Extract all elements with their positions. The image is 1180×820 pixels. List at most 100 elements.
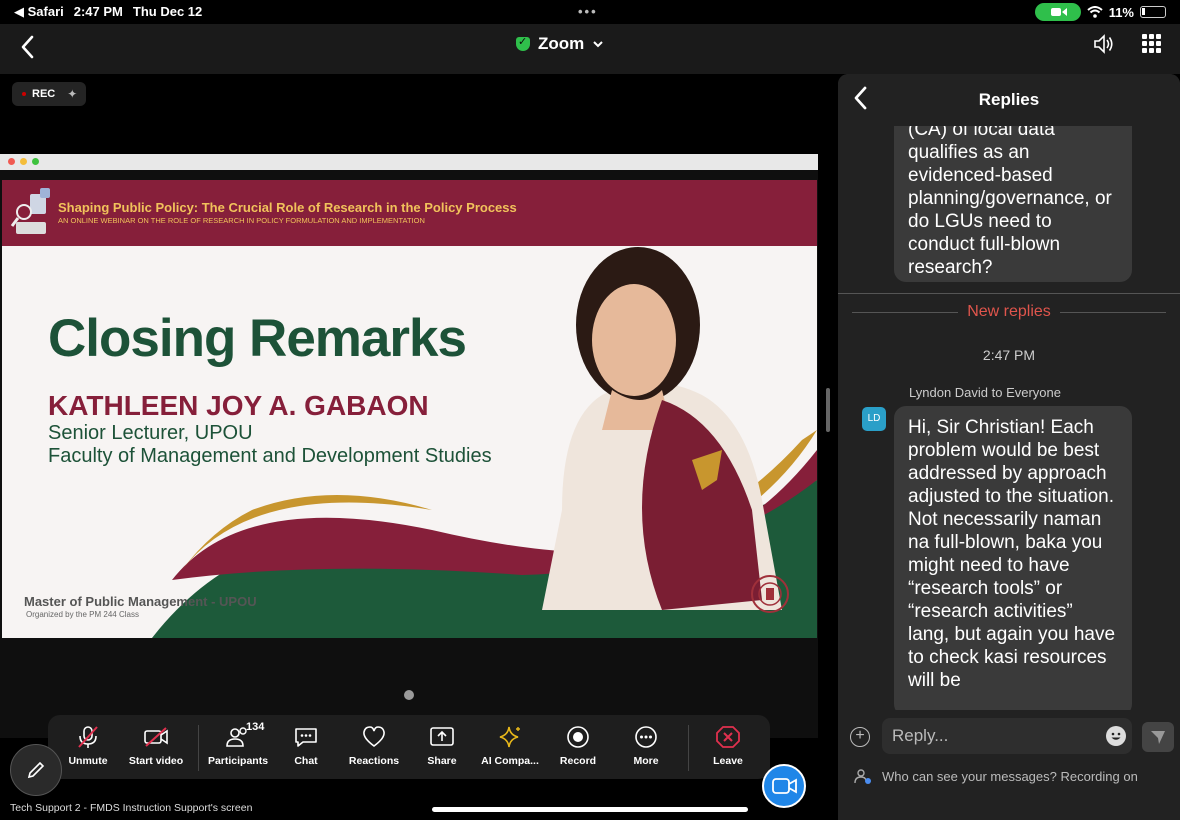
emoji-face-icon xyxy=(1111,732,1121,740)
shared-screen-owner: Tech Support 2 - FMDS Instruction Suppor… xyxy=(10,802,253,814)
wifi-icon xyxy=(1087,6,1103,18)
university-seal-icon xyxy=(751,575,789,613)
start-video-label: Start video xyxy=(128,755,184,767)
new-replies-separator: New replies xyxy=(838,303,1180,321)
chat-icon xyxy=(295,728,317,747)
header-right xyxy=(822,24,1180,74)
reply-timestamp: 2:47 PM xyxy=(982,347,1036,363)
close-dot-icon xyxy=(8,158,15,165)
window-titlebar xyxy=(0,154,818,170)
visibility-notice-text: Who can see your messages? Recording on xyxy=(882,768,1138,784)
reply-message-bubble: Hi, Sir Christian! Each problem would be… xyxy=(894,406,1132,710)
chat-label: Chat xyxy=(294,755,318,767)
visibility-notice[interactable]: Who can see your messages? Recording on xyxy=(854,768,1180,784)
send-icon xyxy=(1151,731,1165,744)
slide-banner: Shaping Public Policy: The Crucial Role … xyxy=(2,180,817,246)
toolbar-divider xyxy=(688,725,689,771)
maximize-dot-icon xyxy=(32,158,39,165)
rec-label: REC xyxy=(32,88,56,100)
meeting-toolbar: Unmute Start video 134 Participants Chat… xyxy=(48,715,770,779)
speaker-faculty: Faculty of Management and Development St… xyxy=(48,445,492,467)
sparkle-icon: ✦ xyxy=(67,87,78,101)
heart-icon xyxy=(363,726,385,747)
split-view-handle[interactable] xyxy=(826,388,830,432)
record-icon xyxy=(567,726,589,748)
reply-composer: + xyxy=(838,710,1180,756)
participants-count: 134 xyxy=(246,721,265,733)
start-video-button[interactable]: Start video xyxy=(120,725,192,767)
meeting-area: REC ✦ Shaping Public Policy: The Crucial… xyxy=(0,74,818,820)
reply-sender: Lyndon David to Everyone xyxy=(909,385,1062,400)
reply-input[interactable] xyxy=(882,718,1132,754)
more-label: More xyxy=(633,755,659,767)
banner-subtitle: AN ONLINE WEBINAR ON THE ROLE OF RESEARC… xyxy=(58,216,425,225)
avatar[interactable]: LD xyxy=(862,407,886,431)
meeting-title-text: Zoom xyxy=(538,34,585,53)
add-attachment-icon[interactable]: + xyxy=(850,727,870,747)
video-camera-icon xyxy=(772,778,797,794)
presentation-slide: Shaping Public Policy: The Crucial Role … xyxy=(2,180,817,638)
reactions-button[interactable]: Reactions xyxy=(338,725,410,767)
leave-icon xyxy=(716,726,740,748)
meeting-header: Zoom xyxy=(0,24,822,74)
status-bar: ◀ Safari 2:47 PM Thu Dec 12 ••• 11% xyxy=(0,0,1180,24)
microphone-muted-icon xyxy=(78,726,98,748)
recording-dot-icon xyxy=(22,92,26,96)
back-to-safari[interactable]: ◀ Safari xyxy=(14,4,64,20)
banner-title: Shaping Public Policy: The Crucial Role … xyxy=(58,200,517,215)
chat-button[interactable]: Chat xyxy=(270,725,342,767)
pencil-icon xyxy=(27,761,45,779)
reactions-label: Reactions xyxy=(348,755,400,767)
ai-companion-button[interactable]: AI Compa... xyxy=(474,725,546,767)
organizer-name: Organized by the PM 244 Class xyxy=(26,610,139,619)
unmute-label: Unmute xyxy=(68,755,108,767)
leave-label: Leave xyxy=(713,755,743,767)
share-screen-icon xyxy=(430,727,454,746)
meeting-title[interactable]: Zoom xyxy=(516,34,604,54)
battery-icon xyxy=(1140,6,1166,18)
recording-badge[interactable]: REC ✦ xyxy=(12,82,86,106)
replies-title: Replies xyxy=(978,90,1040,109)
replies-header: Replies xyxy=(838,74,1180,126)
research-illustration-icon xyxy=(10,188,50,234)
status-date: Thu Dec 12 xyxy=(132,4,203,19)
more-button[interactable]: More xyxy=(610,725,682,767)
encryption-shield-icon xyxy=(516,35,530,51)
video-off-icon xyxy=(144,727,168,747)
original-message-bubble: (CA) of local data qualifies as an evide… xyxy=(894,126,1132,282)
replies-thread[interactable]: (CA) of local data qualifies as an evide… xyxy=(838,126,1180,710)
participants-label: Participants xyxy=(207,755,269,767)
chevron-down-icon xyxy=(593,41,603,48)
back-chevron-icon[interactable] xyxy=(14,32,42,62)
camera-indicator-icon xyxy=(1034,3,1081,21)
sparkle-ai-icon xyxy=(499,726,520,748)
replies-panel: (CA) of local data qualifies as an evide… xyxy=(838,74,1180,820)
minimize-dot-icon xyxy=(20,158,27,165)
record-button[interactable]: Record xyxy=(542,725,614,767)
user-visibility-icon xyxy=(854,769,871,784)
emoji-icon[interactable] xyxy=(1106,726,1126,746)
thread-divider xyxy=(838,293,1180,294)
send-button[interactable] xyxy=(1142,722,1174,752)
multitask-dots[interactable]: ••• xyxy=(578,4,598,19)
unmute-button[interactable]: Unmute xyxy=(52,725,124,767)
page-indicator[interactable] xyxy=(404,690,414,700)
slide-heading: Closing Remarks xyxy=(48,309,467,368)
participants-button[interactable]: 134 Participants xyxy=(202,721,274,767)
leave-button[interactable]: Leave xyxy=(692,725,764,767)
shared-screen: Shaping Public Policy: The Crucial Role … xyxy=(0,154,818,738)
status-time: 2:47 PM xyxy=(73,4,123,19)
home-indicator[interactable] xyxy=(432,807,748,812)
speaker-role: Senior Lecturer, UPOU xyxy=(48,422,253,444)
share-button[interactable]: Share xyxy=(406,725,478,767)
share-label: Share xyxy=(427,755,457,767)
speaker-icon[interactable] xyxy=(1092,33,1116,55)
record-label: Record xyxy=(559,755,597,767)
speaker-name: KATHLEEN JOY A. GABAON xyxy=(48,390,429,421)
more-dots-icon xyxy=(635,726,657,748)
battery-percent: 11% xyxy=(1108,4,1134,20)
grid-view-icon[interactable] xyxy=(1142,34,1162,54)
ai-companion-label: AI Compa... xyxy=(481,755,539,767)
annotate-button[interactable] xyxy=(10,744,62,796)
video-call-button[interactable] xyxy=(762,764,806,808)
